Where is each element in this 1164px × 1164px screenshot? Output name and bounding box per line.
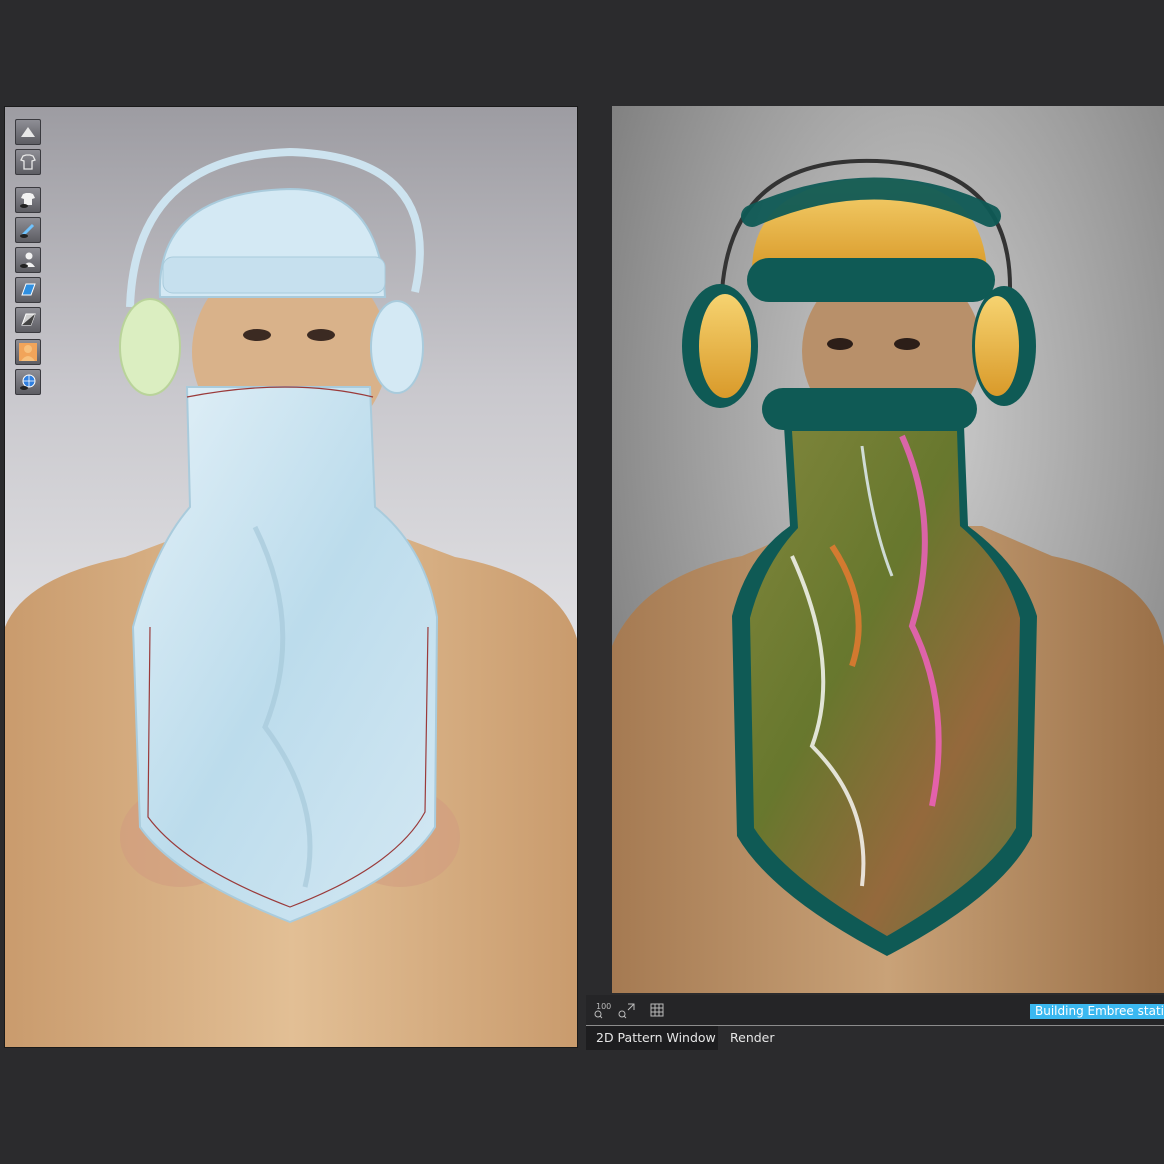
show-garment-button[interactable] bbox=[15, 187, 41, 213]
zoom-fit-icon bbox=[618, 1003, 635, 1019]
render-toolbar: 100 Building Embree static bbox=[586, 995, 1164, 1026]
grid-icon bbox=[650, 1003, 664, 1017]
shaded-view-icon bbox=[21, 313, 36, 326]
render-status-text: Building Embree static bbox=[1030, 1004, 1164, 1019]
tab-2d-pattern-window[interactable]: 2D Pattern Window bbox=[586, 1026, 718, 1050]
grid-toggle-button[interactable] bbox=[646, 1000, 668, 1020]
avatar-skin-button[interactable] bbox=[15, 339, 41, 365]
zoom-100-icon: 100 bbox=[594, 1002, 611, 1019]
earmuff-left bbox=[119, 298, 181, 396]
zoom-fit-button[interactable] bbox=[616, 1000, 638, 1020]
3d-garment-viewport[interactable] bbox=[4, 106, 578, 1048]
show-avatar-icon bbox=[20, 252, 35, 268]
show-pins-icon bbox=[20, 223, 35, 238]
show-garment-icon bbox=[20, 193, 35, 208]
avatar-display-button[interactable] bbox=[15, 119, 41, 145]
garment-display-icon bbox=[20, 154, 36, 170]
svg-text:100: 100 bbox=[596, 1002, 611, 1011]
simulation-scene bbox=[5, 147, 577, 1047]
earmuff-right bbox=[370, 300, 424, 394]
zoom-100-button[interactable]: 100 bbox=[592, 1000, 614, 1020]
garment-bib bbox=[131, 386, 439, 924]
tab-render[interactable]: Render bbox=[720, 1026, 780, 1050]
rendered-scene bbox=[612, 158, 1164, 993]
garment-display-button[interactable] bbox=[15, 149, 41, 175]
shaded-view-button[interactable] bbox=[15, 307, 41, 333]
render-viewport[interactable] bbox=[612, 106, 1164, 993]
avatar-skin-icon bbox=[19, 343, 37, 361]
texture-view-icon bbox=[21, 283, 36, 296]
show-pins-button[interactable] bbox=[15, 217, 41, 243]
environment-globe-button[interactable] bbox=[15, 369, 41, 395]
show-avatar-button[interactable] bbox=[15, 247, 41, 273]
texture-view-button[interactable] bbox=[15, 277, 41, 303]
avatar-display-icon bbox=[21, 127, 35, 137]
environment-globe-icon bbox=[20, 374, 36, 390]
